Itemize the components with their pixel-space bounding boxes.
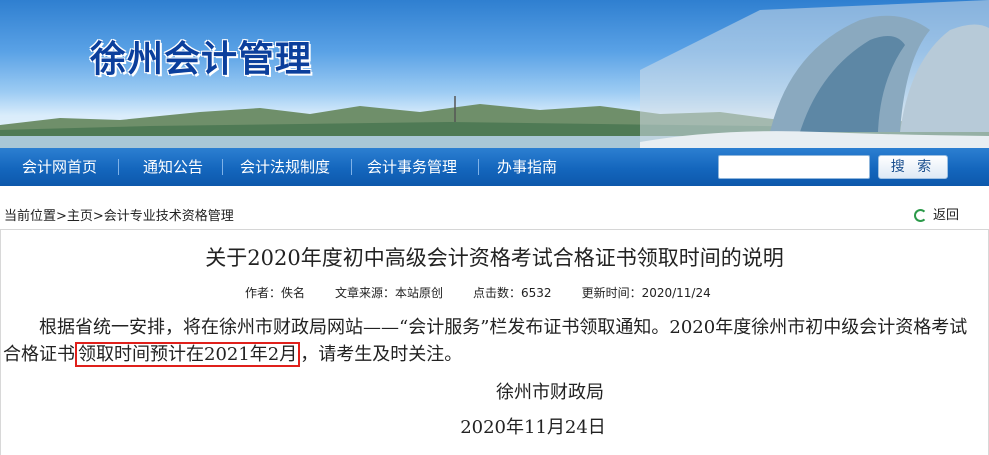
nav-item-notices[interactable]: 通知公告: [143, 148, 203, 186]
header-banner: 徐州会计管理: [0, 0, 989, 148]
nav-divider: [351, 159, 352, 175]
back-button[interactable]: 返回: [914, 204, 959, 223]
article-title: 关于2020年度初中高级会计资格考试合格证书领取时间的说明: [205, 246, 784, 270]
body-text-part2: ，请考生及时关注。: [300, 344, 463, 365]
site-title: 徐州会计管理: [90, 39, 313, 80]
nav-divider: [478, 159, 479, 175]
breadcrumb[interactable]: 当前位置>主页>会计专业技术资格管理: [4, 205, 234, 224]
article-body: 根据省统一安排，将在徐州市财政局网站——“会计服务”栏发布证书领取通知。2020…: [3, 314, 985, 368]
breadcrumb-bar: 当前位置>主页>会计专业技术资格管理: [0, 199, 989, 230]
nav-item-affairs[interactable]: 会计事务管理: [367, 148, 457, 186]
search-button[interactable]: 搜 索: [878, 155, 948, 179]
meta-author: 作者：佚名: [245, 286, 306, 300]
nav-item-home[interactable]: 会计网首页: [22, 148, 97, 186]
meta-updated: 更新时间：2020/11/24: [581, 286, 711, 300]
nav-item-regulations[interactable]: 会计法规制度: [240, 148, 330, 186]
nav-divider: [222, 159, 223, 175]
refresh-back-icon: [914, 209, 927, 222]
meta-source: 文章来源：本站原创: [335, 286, 444, 300]
search-input[interactable]: [718, 155, 870, 179]
article-meta: 作者：佚名 文章来源：本站原创 点击数：6532 更新时间：2020/11/24: [245, 284, 741, 301]
nav-item-guide[interactable]: 办事指南: [497, 148, 557, 186]
article-date: 2020年11月24日: [460, 417, 606, 438]
highlighted-text: 领取时间预计在2021年2月: [75, 342, 301, 367]
back-label: 返回: [933, 208, 960, 223]
nav-divider: [118, 159, 119, 175]
article-signature: 徐州市财政局: [496, 382, 604, 403]
meta-hits: 点击数：6532: [473, 286, 552, 300]
